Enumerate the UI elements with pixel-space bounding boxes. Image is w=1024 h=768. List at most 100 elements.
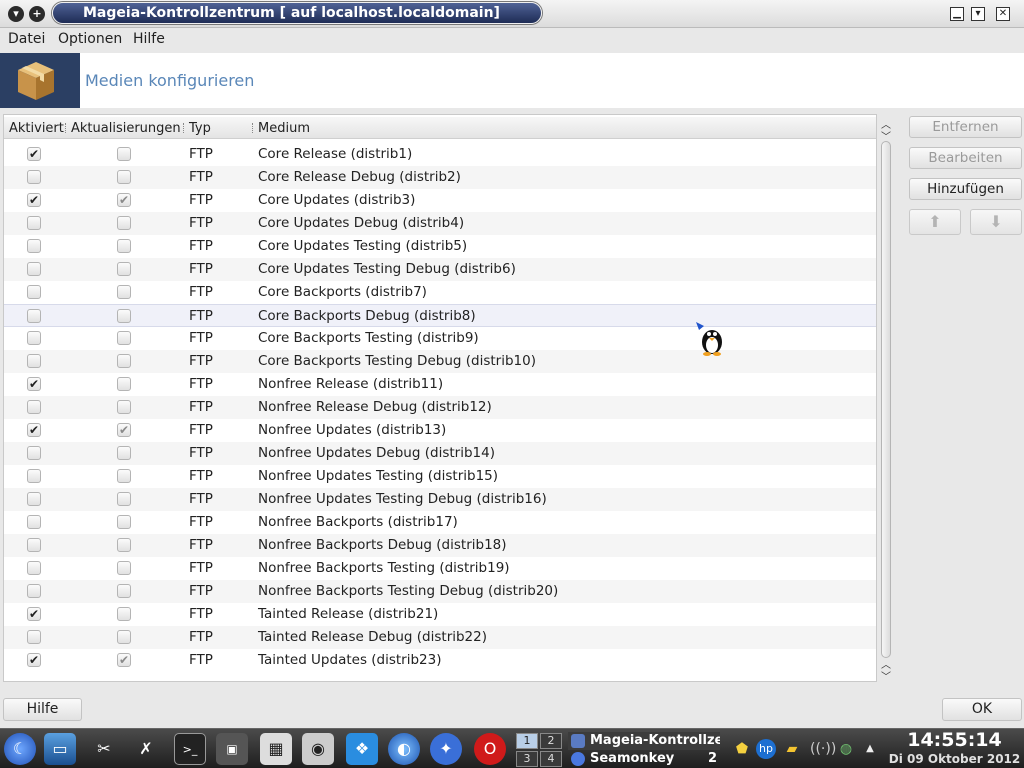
table-row[interactable]: FTP Nonfree Release Debug (distrib12)	[4, 396, 876, 419]
enabled-checkbox[interactable]	[27, 354, 41, 368]
globe-icon[interactable]: ◍	[836, 739, 856, 759]
add-button[interactable]: Hinzufügen	[909, 178, 1022, 200]
updates-checkbox[interactable]	[117, 515, 131, 529]
help-button[interactable]: Hilfe	[3, 698, 82, 721]
list-scrollbar[interactable]: ︿ ﹀ ︿ ﹀	[878, 114, 894, 683]
config-tools-icon[interactable]: ✗	[130, 733, 162, 765]
minimize-icon[interactable]: ▁	[950, 7, 964, 21]
enabled-checkbox[interactable]	[27, 170, 41, 184]
table-row[interactable]: FTP Nonfree Backports Testing Debug (dist…	[4, 580, 876, 603]
updates-checkbox[interactable]	[117, 538, 131, 552]
seamonkey-icon[interactable]: ✦	[430, 733, 462, 765]
updates-checkbox[interactable]	[117, 309, 131, 323]
updates-checkbox[interactable]	[117, 331, 131, 345]
col-aktiviert[interactable]: Aktiviert	[9, 121, 64, 136]
scroll-down-icon-top[interactable]: ﹀	[880, 128, 892, 143]
enabled-checkbox[interactable]: ✔	[27, 193, 41, 207]
menu-hilfe[interactable]: Hilfe	[133, 31, 165, 47]
enabled-checkbox[interactable]	[27, 239, 41, 253]
enabled-checkbox[interactable]	[27, 285, 41, 299]
table-row[interactable]: ✔ ✔ FTP Tainted Updates (distrib23)	[4, 649, 876, 672]
close-icon[interactable]: ✕	[996, 7, 1010, 21]
edit-button[interactable]: Bearbeiten	[909, 147, 1022, 169]
enabled-checkbox[interactable]	[27, 469, 41, 483]
wireless-icon[interactable]: ((·))	[810, 739, 836, 759]
updates-checkbox[interactable]	[117, 584, 131, 598]
table-row[interactable]: FTP Core Updates Testing (distrib5)	[4, 235, 876, 258]
table-row[interactable]: ✔ FTP Tainted Release (distrib21)	[4, 603, 876, 626]
start-menu-icon[interactable]: ☾	[4, 733, 36, 765]
updates-checkbox[interactable]	[117, 561, 131, 575]
move-down-button[interactable]: ⬇	[970, 209, 1022, 235]
enabled-checkbox[interactable]: ✔	[27, 653, 41, 667]
enabled-checkbox[interactable]	[27, 538, 41, 552]
updates-checkbox[interactable]	[117, 607, 131, 621]
table-row[interactable]: FTP Nonfree Updates Testing (distrib15)	[4, 465, 876, 488]
col-medium[interactable]: Medium	[258, 121, 310, 136]
menu-datei[interactable]: Datei	[8, 31, 45, 47]
enabled-checkbox[interactable]: ✔	[27, 607, 41, 621]
updates-checkbox[interactable]	[117, 216, 131, 230]
enabled-checkbox[interactable]: ✔	[27, 423, 41, 437]
desktop-icon[interactable]: ▭	[44, 733, 76, 765]
scroll-down-icon[interactable]: ﹀	[880, 668, 892, 683]
updates-checkbox[interactable]	[117, 377, 131, 391]
tools-icon[interactable]: ✂	[88, 733, 120, 765]
shield-icon[interactable]: ⬟	[732, 739, 752, 759]
window-sticky-icon[interactable]: +	[29, 6, 45, 22]
updates-checkbox[interactable]	[117, 446, 131, 460]
enabled-checkbox[interactable]	[27, 309, 41, 323]
menu-optionen[interactable]: Optionen	[58, 31, 122, 47]
table-row[interactable]: FTP Nonfree Backports Testing (distrib19)	[4, 557, 876, 580]
opera-icon[interactable]: O	[474, 733, 506, 765]
folder-icon[interactable]: ▰	[782, 739, 802, 759]
updates-checkbox[interactable]	[117, 400, 131, 414]
enabled-checkbox[interactable]	[27, 400, 41, 414]
clock[interactable]: 14:55:14 Di 09 Oktober 2012	[885, 729, 1024, 768]
updates-checkbox[interactable]: ✔	[117, 193, 131, 207]
updates-checkbox[interactable]	[117, 285, 131, 299]
updates-checkbox[interactable]	[117, 469, 131, 483]
table-row[interactable]: FTP Core Release Debug (distrib2)	[4, 166, 876, 189]
workspace-4[interactable]: 4	[540, 751, 562, 767]
updates-checkbox[interactable]	[117, 262, 131, 276]
workspace-pager[interactable]: 1 2 3 4	[516, 733, 564, 767]
webcam-icon[interactable]: ◉	[302, 733, 334, 765]
enabled-checkbox[interactable]: ✔	[27, 377, 41, 391]
enabled-checkbox[interactable]	[27, 584, 41, 598]
enabled-checkbox[interactable]	[27, 630, 41, 644]
table-row[interactable]: FTP Nonfree Updates Debug (distrib14)	[4, 442, 876, 465]
terminal-icon[interactable]: >_	[174, 733, 206, 765]
updates-checkbox[interactable]: ✔	[117, 653, 131, 667]
media-list[interactable]: Aktiviert Aktualisierungen Typ Medium ✔ F…	[3, 114, 877, 682]
table-row[interactable]: ✔ FTP Core Release (distrib1)	[4, 143, 876, 166]
updates-checkbox[interactable]	[117, 354, 131, 368]
table-row[interactable]: FTP Core Updates Debug (distrib4)	[4, 212, 876, 235]
move-up-button[interactable]: ⬆	[909, 209, 961, 235]
network-icon[interactable]: ❖	[346, 733, 378, 765]
enabled-checkbox[interactable]	[27, 262, 41, 276]
table-row[interactable]: FTP Core Backports Testing (distrib9)	[4, 327, 876, 350]
workspace-1[interactable]: 1	[516, 733, 538, 749]
ok-button[interactable]: OK	[942, 698, 1022, 721]
table-row[interactable]: FTP Nonfree Backports (distrib17)	[4, 511, 876, 534]
tray-expand-icon[interactable]: ▲	[860, 739, 880, 759]
table-row[interactable]: FTP Core Backports Testing Debug (distrib…	[4, 350, 876, 373]
workspace-3[interactable]: 3	[516, 751, 538, 767]
enabled-checkbox[interactable]	[27, 515, 41, 529]
enabled-checkbox[interactable]	[27, 561, 41, 575]
table-row[interactable]: FTP Nonfree Backports Debug (distrib18)	[4, 534, 876, 557]
scrollbar-thumb[interactable]	[881, 141, 891, 658]
table-row[interactable]: FTP Tainted Release Debug (distrib22)	[4, 626, 876, 649]
enabled-checkbox[interactable]	[27, 446, 41, 460]
table-row[interactable]: FTP Core Backports (distrib7)	[4, 281, 876, 304]
table-row[interactable]: ✔ ✔ FTP Core Updates (distrib3)	[4, 189, 876, 212]
workspace-2[interactable]: 2	[540, 733, 562, 749]
updates-checkbox[interactable]	[117, 170, 131, 184]
enabled-checkbox[interactable]	[27, 331, 41, 345]
table-row[interactable]: ✔ FTP Nonfree Release (distrib11)	[4, 373, 876, 396]
enabled-checkbox[interactable]	[27, 492, 41, 506]
table-row[interactable]: FTP Nonfree Updates Testing Debug (distri…	[4, 488, 876, 511]
enabled-checkbox[interactable]: ✔	[27, 147, 41, 161]
window-menu-icon[interactable]: ▾	[8, 6, 24, 22]
